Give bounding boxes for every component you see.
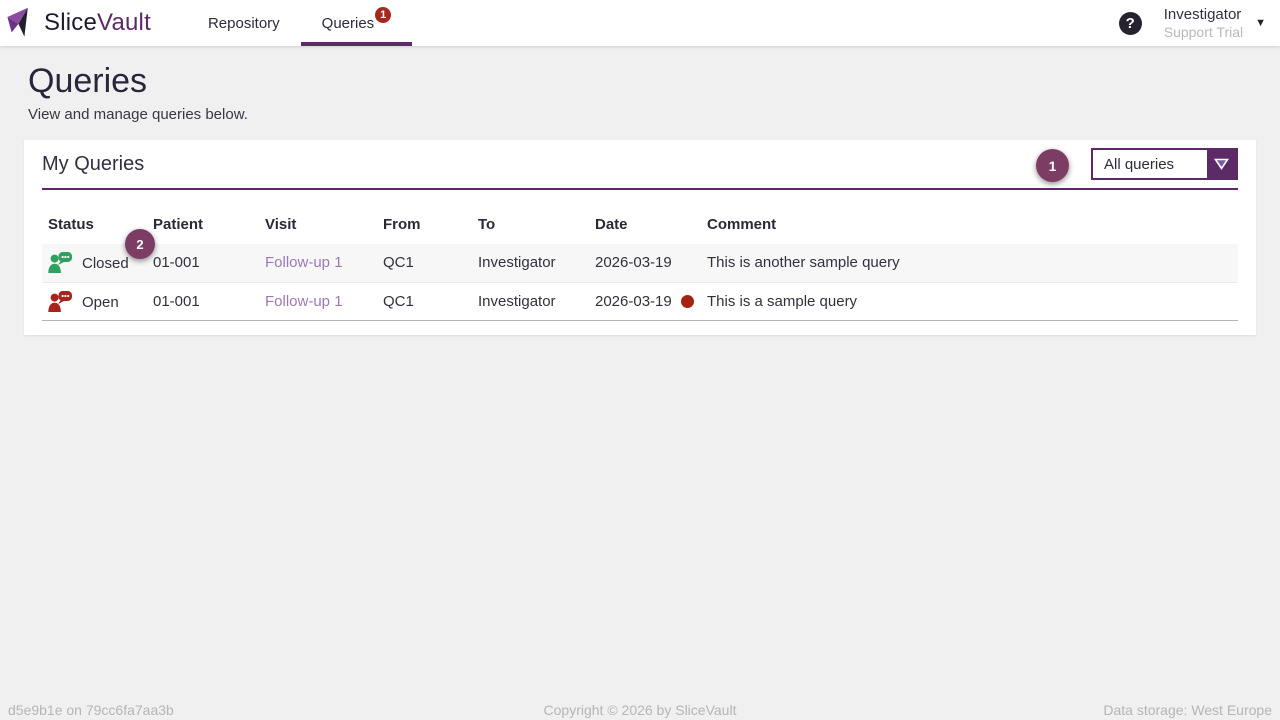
patient-cell: 01-001 bbox=[147, 282, 259, 320]
comment-cell: This is a sample query bbox=[701, 282, 1238, 320]
page-subtitle: View and manage queries below. bbox=[28, 106, 1252, 123]
user-info: Investigator Support Trial bbox=[1164, 6, 1243, 41]
column-header-patient: Patient bbox=[147, 208, 259, 244]
column-header-comment: Comment bbox=[701, 208, 1238, 244]
footer-data-storage: Data storage: West Europe bbox=[851, 702, 1272, 718]
queries-table-body: Closed 01-001 Follow-up 1 QC1 Investigat… bbox=[42, 244, 1238, 320]
top-bar: SliceVault Repository Queries1 ? Investi… bbox=[0, 0, 1280, 46]
to-cell: Investigator bbox=[472, 282, 589, 320]
dropdown-arrow-icon bbox=[1207, 150, 1236, 178]
queries-filter-select[interactable]: All queries bbox=[1091, 148, 1238, 180]
nav-queries[interactable]: Queries1 bbox=[301, 0, 413, 46]
queries-table: StatusPatientVisitFromToDateComment Clos… bbox=[42, 208, 1238, 321]
panel-title: My Queries bbox=[42, 153, 144, 176]
query-status-icon bbox=[48, 291, 72, 312]
query-row[interactable]: Closed 01-001 Follow-up 1 QC1 Investigat… bbox=[42, 244, 1238, 282]
user-role: Support Trial bbox=[1164, 24, 1243, 41]
comment-cell: This is another sample query bbox=[701, 244, 1238, 282]
date-value: 2026-03-19 bbox=[595, 293, 672, 310]
brand[interactable]: SliceVault bbox=[0, 0, 151, 46]
patient-cell: 01-001 bbox=[147, 244, 259, 282]
footer-build-info: d5e9b1e on 79cc6fa7aa3b bbox=[8, 702, 429, 718]
help-button[interactable]: ? bbox=[1119, 12, 1142, 35]
date-value: 2026-03-19 bbox=[595, 254, 672, 271]
from-cell: QC1 bbox=[377, 244, 472, 282]
status-label: Closed bbox=[82, 255, 129, 272]
page-title: Queries bbox=[28, 62, 1252, 101]
visit-link[interactable]: Follow-up 1 bbox=[265, 293, 343, 310]
filter-selected-value: All queries bbox=[1093, 150, 1207, 178]
column-header-date: Date bbox=[589, 208, 701, 244]
user-menu[interactable]: Investigator Support Trial ▼ bbox=[1164, 6, 1266, 41]
brand-name: SliceVault bbox=[44, 9, 151, 37]
query-row[interactable]: Open 01-001 Follow-up 1 QC1 Investigator… bbox=[42, 282, 1238, 320]
annotation-badge-1[interactable]: 1 bbox=[1036, 149, 1069, 182]
column-header-visit: Visit bbox=[259, 208, 377, 244]
user-name: Investigator bbox=[1164, 6, 1243, 24]
my-queries-panel: My Queries All queries StatusPatientVisi… bbox=[24, 140, 1256, 335]
to-cell: Investigator bbox=[472, 244, 589, 282]
unread-dot bbox=[681, 295, 694, 308]
slicevault-logo-icon bbox=[4, 4, 38, 42]
nav-repository[interactable]: Repository bbox=[187, 0, 301, 46]
header-right: ? Investigator Support Trial ▼ bbox=[1119, 0, 1280, 46]
footer-copyright: Copyright © 2026 by SliceVault bbox=[429, 702, 850, 718]
column-header-to: To bbox=[472, 208, 589, 244]
main-content: Queries View and manage queries below. M… bbox=[0, 62, 1280, 123]
table-header-row: StatusPatientVisitFromToDateComment bbox=[42, 208, 1238, 244]
main-nav: Repository Queries1 bbox=[187, 0, 412, 46]
column-header-from: From bbox=[377, 208, 472, 244]
annotation-badge-2[interactable]: 2 bbox=[125, 229, 155, 259]
question-mark-icon: ? bbox=[1126, 15, 1135, 32]
visit-link[interactable]: Follow-up 1 bbox=[265, 254, 343, 271]
query-status-icon bbox=[48, 252, 72, 273]
chevron-down-icon: ▼ bbox=[1255, 17, 1266, 29]
nav-queries-label: Queries bbox=[322, 15, 375, 32]
queries-count-badge: 1 bbox=[375, 7, 391, 23]
status-label: Open bbox=[82, 294, 119, 311]
from-cell: QC1 bbox=[377, 282, 472, 320]
footer: d5e9b1e on 79cc6fa7aa3b Copyright © 2026… bbox=[0, 702, 1280, 718]
